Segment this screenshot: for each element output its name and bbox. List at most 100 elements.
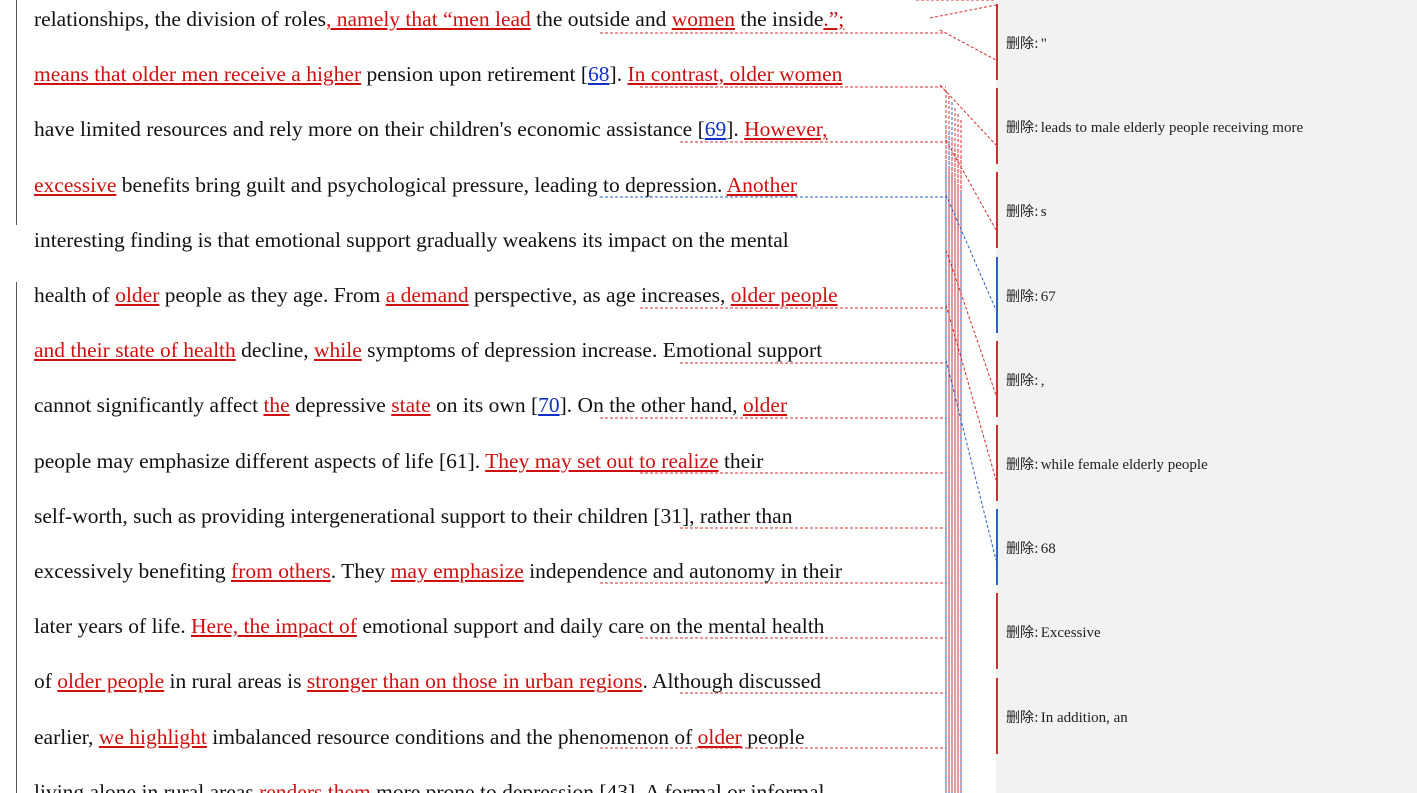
text-line[interactable]: people may emphasize different aspects o… [34, 448, 763, 474]
text-run: . Although discussed [642, 669, 822, 694]
text-run: excessively benefiting [34, 559, 232, 583]
tracked-insertion: and their state of health [34, 338, 236, 363]
deleted-text: leads to male elderly people receiving m… [1040, 120, 1304, 137]
tracked-insertion: from others [231, 559, 331, 583]
tracked-insertion: older people [730, 283, 838, 307]
tracked-insertion: may emphasize [390, 559, 524, 583]
comment-marker-bar [996, 256, 998, 333]
text-run: of [34, 669, 58, 694]
deletion-label: 删除: [1006, 120, 1039, 137]
deletion-comment[interactable]: 删除: 67 [1006, 286, 1056, 308]
text-run: cannot significantly affect [34, 393, 264, 418]
text-run: independence and autonomy in their [523, 559, 843, 583]
text-line[interactable]: later years of life. Here, the impact of… [34, 613, 824, 639]
deletion-label: 删除: [1006, 204, 1039, 221]
deletion-label: 删除: [1006, 625, 1039, 642]
text-run: on its own [ [430, 393, 539, 418]
text-line[interactable]: self-worth, such as providing intergener… [34, 503, 792, 529]
deletion-comment[interactable]: 删除: s [1006, 201, 1047, 223]
text-line[interactable]: living alone in rural areas renders them… [34, 779, 825, 793]
tracked-insertion: stronger than on those in urban regions [306, 669, 643, 694]
citation-link[interactable]: 68 [588, 62, 610, 86]
deleted-text: , [1040, 372, 1045, 389]
citation-link[interactable]: 69 [705, 117, 727, 141]
text-run: relationships, the division of roles [34, 7, 327, 31]
text-run: people as they age. From [159, 283, 386, 307]
text-run: people may emphasize different aspects o… [34, 448, 486, 473]
deletion-label: 删除: [1006, 372, 1039, 389]
deletion-comment[interactable]: 删除: leads to male elderly people receivin… [1006, 117, 1303, 139]
text-line[interactable]: excessive benefits bring guilt and psych… [34, 172, 797, 198]
text-run: decline, [235, 338, 314, 363]
deleted-text: 68 [1040, 541, 1056, 558]
text-run: pension upon retirement [ [361, 62, 589, 87]
text-line[interactable]: means that older men receive a higher pe… [34, 61, 842, 87]
deletion-comment[interactable]: 删除: while female elderly people [1006, 454, 1208, 476]
text-run: the outside and [530, 7, 672, 31]
deletion-label: 删除: [1006, 457, 1039, 473]
deletion-comment[interactable]: 删除: Excessive [1006, 622, 1101, 644]
deletion-comment[interactable]: 删除: 68 [1006, 538, 1056, 560]
deletion-label: 删除: [1006, 36, 1039, 52]
deleted-text: while female elderly people [1040, 457, 1208, 473]
deleted-text: s [1040, 204, 1047, 221]
text-run: . They [330, 559, 391, 583]
deletion-comment[interactable]: 删除:, [1006, 370, 1044, 392]
deletion-label: 删除: [1006, 288, 1039, 305]
text-run: ]. On the other hand, [559, 393, 743, 418]
text-run: earlier, [34, 724, 99, 749]
text-run: self-worth, such as providing intergener… [34, 503, 793, 528]
text-line[interactable]: cannot significantly affect the depressi… [34, 392, 787, 418]
text-line[interactable]: interesting finding is that emotional su… [34, 227, 789, 253]
comment-marker-bar [996, 172, 998, 249]
text-line[interactable]: earlier, we highlight imbalanced resourc… [34, 724, 805, 750]
comment-marker-bar [996, 509, 998, 586]
text-line[interactable]: and their state of health decline, while… [34, 337, 822, 363]
comment-marker-bar [996, 4, 998, 80]
comment-marker-bar [996, 425, 998, 501]
text-run: the inside [735, 7, 824, 31]
tracked-insertion: , namely that “men lead [326, 7, 531, 31]
tracked-insertion: .”; [823, 7, 845, 31]
text-run: their [718, 448, 764, 473]
text-run: ]. [609, 62, 628, 87]
text-run: people [741, 724, 805, 749]
tracked-insertion: However, [744, 117, 828, 142]
text-line[interactable]: excessively benefiting from others. They… [34, 558, 842, 584]
deleted-text: Excessive [1040, 625, 1101, 642]
text-run: symptoms of depression increase. Emotion… [361, 338, 823, 363]
text-run: ]. [726, 117, 745, 142]
text-run: perspective, as age increases, [468, 283, 731, 307]
tracked-insertion: state [391, 393, 431, 418]
text-run: interesting finding is that emotional su… [34, 227, 789, 252]
tracked-insertion: excessive [34, 172, 117, 197]
tracked-insertion: we highlight [98, 724, 207, 749]
text-run: have limited resources and rely more on … [34, 117, 705, 142]
text-line[interactable]: of older people in rural areas is strong… [34, 668, 821, 694]
text-line[interactable]: health of older people as they age. From… [34, 282, 838, 308]
tracked-insertion: older [115, 283, 160, 307]
deleted-text: " [1040, 36, 1047, 52]
comment-marker-bar [996, 593, 998, 670]
left-change-bar [16, 0, 17, 225]
text-run: later years of life. [34, 614, 191, 639]
document-page[interactable]: relationships, the division of roles, na… [0, 0, 996, 793]
tracked-insertion: older [742, 393, 788, 418]
deletion-label: 删除: [1006, 541, 1039, 558]
text-line[interactable]: relationships, the division of roles, na… [34, 6, 844, 32]
tracked-insertion: They may set out to realize [485, 448, 719, 473]
deletion-label: 删除: [1006, 709, 1039, 726]
deletion-comment[interactable]: 删除: In addition, an [1006, 707, 1128, 729]
deleted-text: In addition, an [1040, 709, 1128, 726]
tracked-insertion: In contrast, older women [627, 62, 843, 87]
tracked-insertion: means that older men receive a higher [34, 62, 362, 87]
text-run: emotional support and daily care on the … [356, 614, 825, 639]
text-run: benefits bring guilt and psychological p… [116, 172, 727, 197]
left-change-bar [16, 282, 17, 793]
tracked-insertion: a demand [385, 283, 469, 307]
deletion-comment[interactable]: 删除: " [1006, 33, 1047, 55]
citation-link[interactable]: 70 [538, 393, 560, 417]
text-line[interactable]: have limited resources and rely more on … [34, 116, 827, 142]
comment-marker-bar [996, 88, 998, 165]
text-run: imbalanced resource conditions and the p… [206, 724, 698, 749]
